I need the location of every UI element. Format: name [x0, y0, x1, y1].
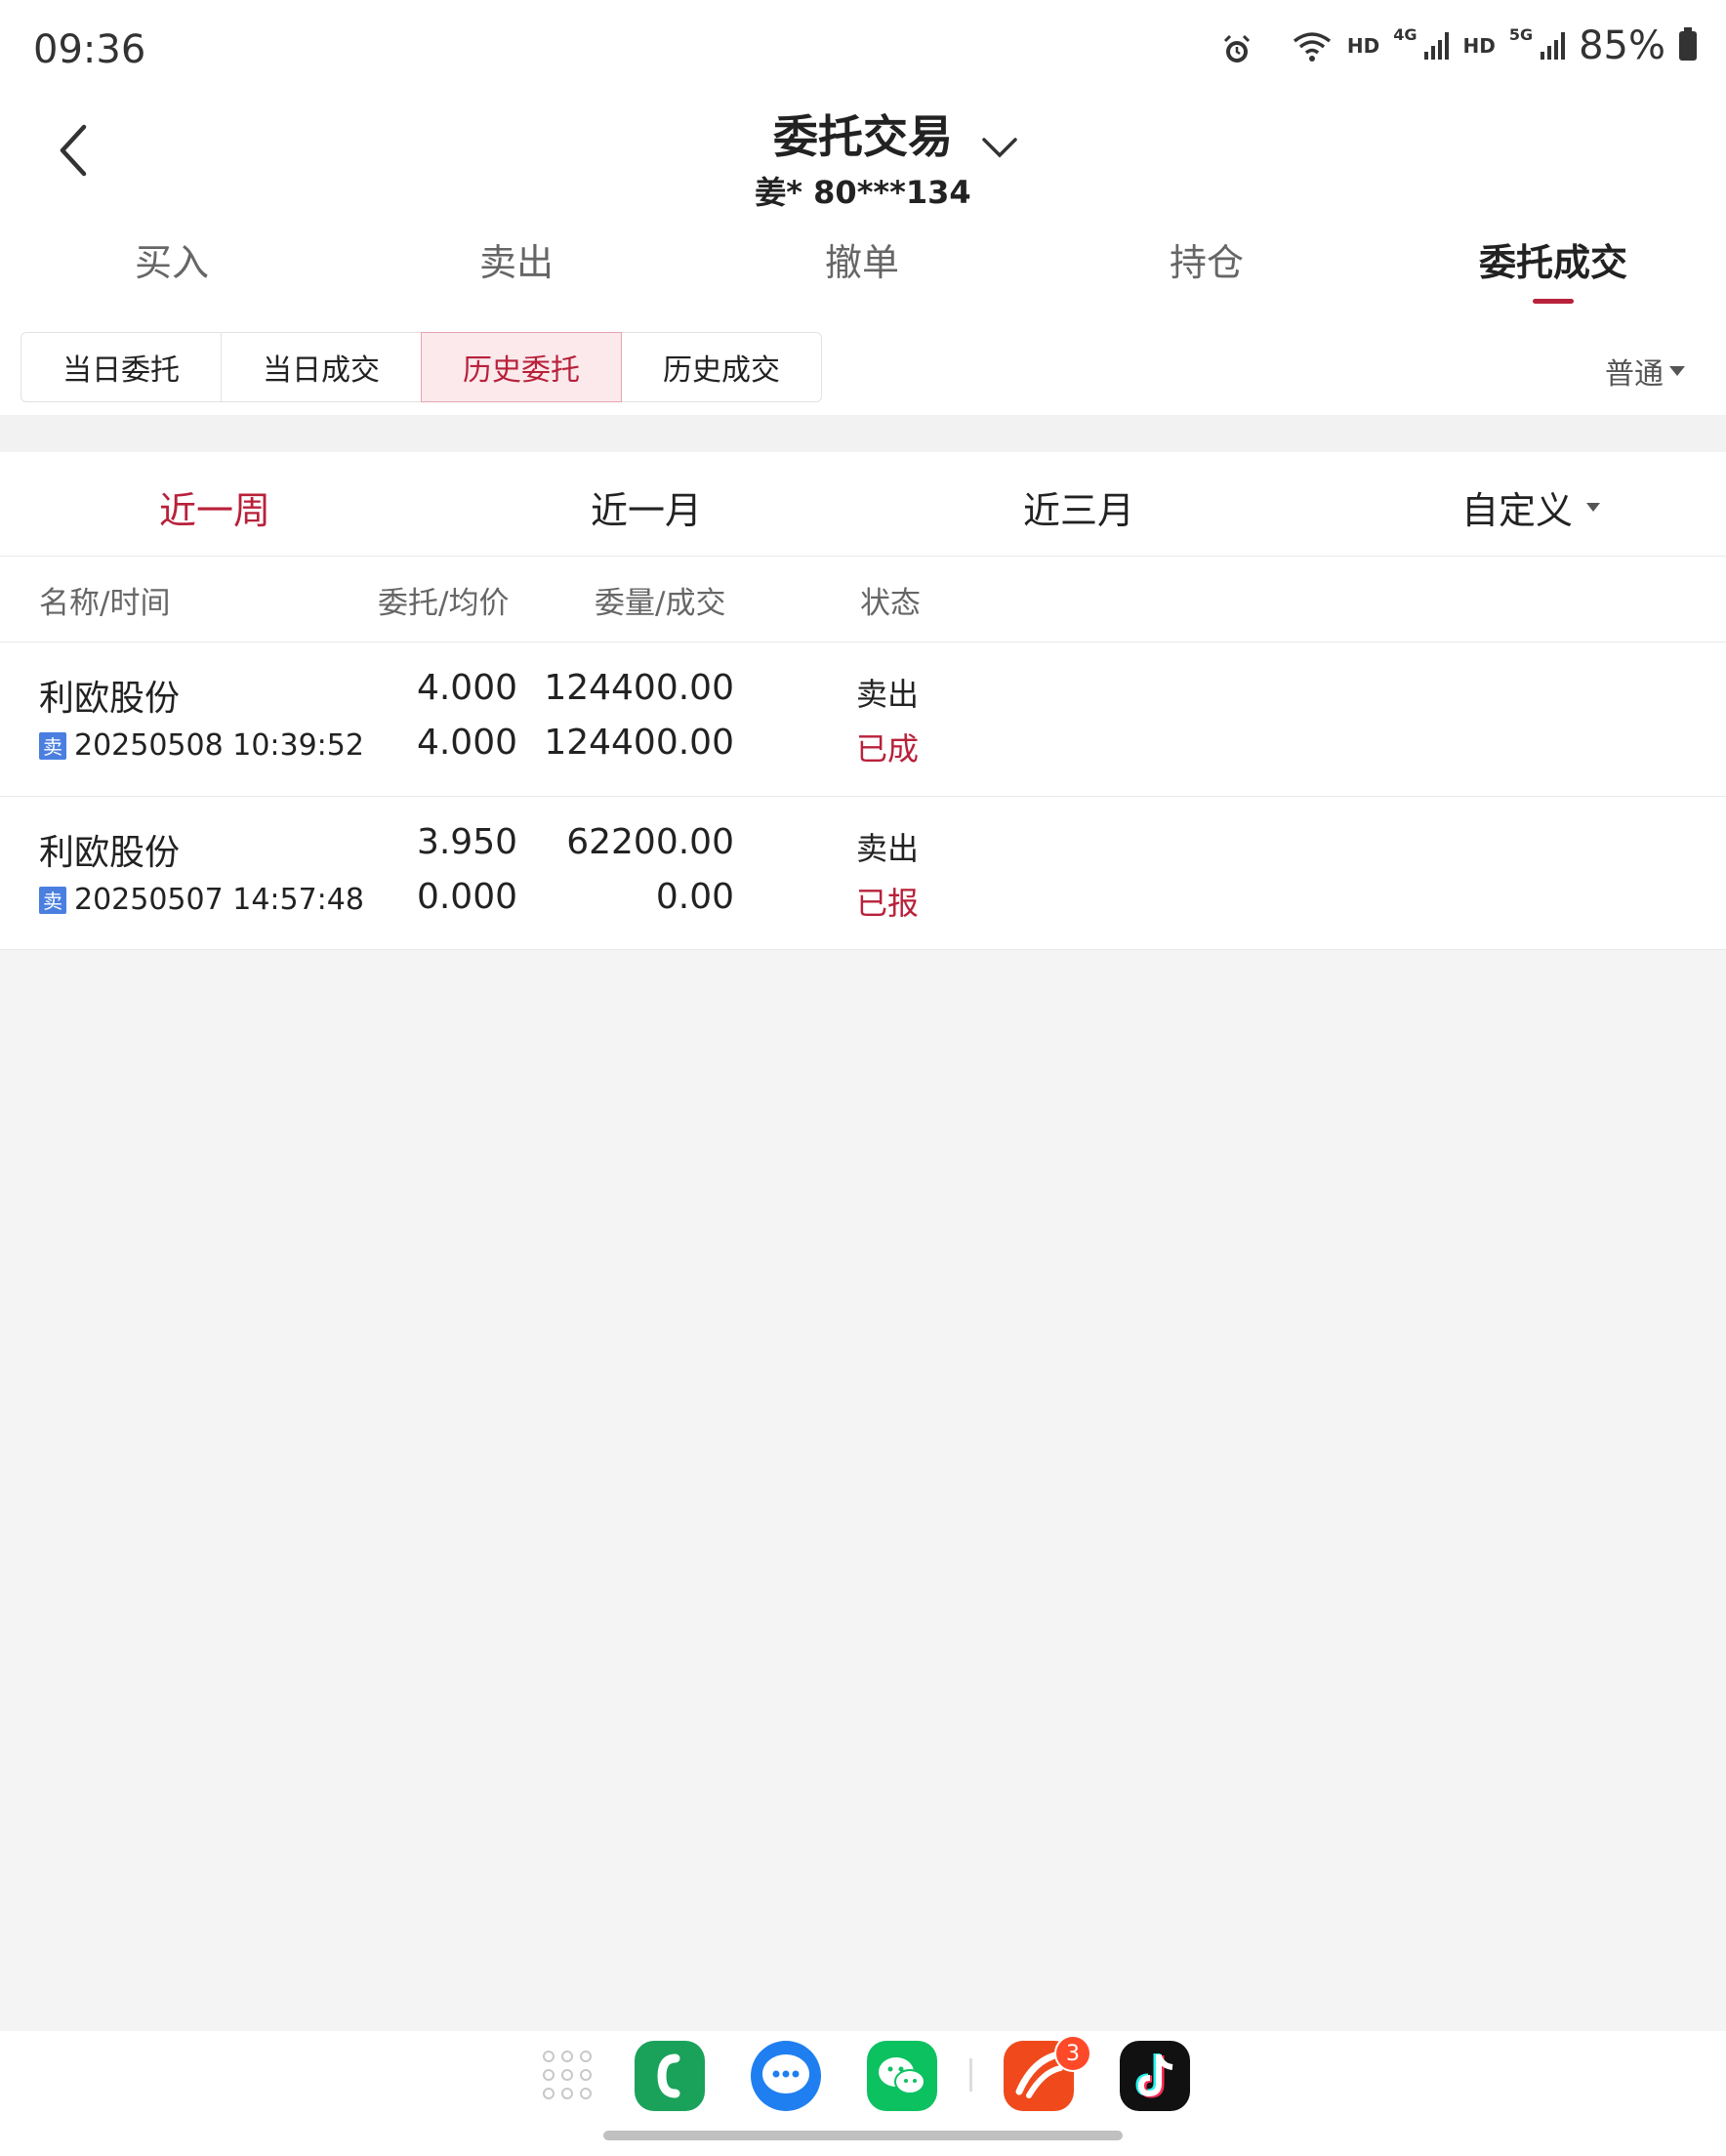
- col-status: 状态: [860, 586, 921, 621]
- account-id: 姜* 80***134: [755, 174, 971, 211]
- filled-quantity: 124400.00: [544, 723, 734, 763]
- period-month-label: 近一月: [590, 489, 703, 532]
- tab-sell[interactable]: 卖出: [479, 232, 554, 286]
- average-price: 0.000: [416, 877, 517, 917]
- period-month[interactable]: 近一月: [591, 480, 702, 534]
- main-tabs: 买入 卖出 撤单 持仓 委托成交: [0, 232, 1726, 291]
- status-indicators: HD 4G HD 5G 85%: [1291, 23, 1697, 68]
- dock-separator: [969, 2058, 972, 2092]
- phone-app-icon[interactable]: [635, 2041, 705, 2111]
- tab-positions[interactable]: 持仓: [1170, 232, 1244, 286]
- caret-down-icon: [1669, 366, 1685, 376]
- order-status: 已报: [856, 885, 920, 922]
- subtab-today-orders[interactable]: 当日委托: [21, 332, 222, 402]
- order-direction: 卖出: [856, 830, 920, 867]
- order-quantity: 124400.00: [544, 668, 734, 708]
- active-tab-indicator: [1533, 299, 1574, 304]
- period-week-label: 近一周: [158, 489, 271, 532]
- col-price-avg: 委托/均价: [378, 586, 510, 621]
- hd-label-2: HD: [1462, 34, 1496, 58]
- divider: [0, 556, 1726, 557]
- period-three-months[interactable]: 近三月: [1023, 480, 1134, 534]
- mode-select[interactable]: 普通: [1605, 350, 1685, 393]
- tab-orders-trades[interactable]: 委托成交: [1479, 232, 1627, 286]
- network-label-2: 5G: [1508, 24, 1534, 44]
- tab-cancel[interactable]: 撤单: [825, 232, 899, 286]
- subtab-today-trades[interactable]: 当日成交: [221, 332, 422, 402]
- status-time: 09:36: [33, 27, 146, 72]
- page-title[interactable]: 委托交易: [0, 102, 1726, 166]
- wechat-app-icon[interactable]: [867, 2041, 937, 2111]
- stock-name: 利欧股份: [39, 679, 181, 719]
- col-qty-filled: 委量/成交: [595, 586, 726, 621]
- order-direction: 卖出: [856, 676, 920, 713]
- network-label-1: 4G: [1393, 24, 1418, 44]
- filled-quantity: 0.00: [655, 877, 734, 917]
- battery-percent: 85%: [1579, 23, 1665, 68]
- app-drawer-icon[interactable]: [543, 2051, 594, 2101]
- period-custom[interactable]: 自定义: [1460, 480, 1601, 534]
- stock-name: 利欧股份: [39, 833, 181, 873]
- divider: [0, 949, 1726, 950]
- period-custom-label: 自定义: [1460, 489, 1574, 532]
- chevron-down-icon[interactable]: [980, 135, 1019, 160]
- tiktok-app-icon[interactable]: [1120, 2041, 1190, 2111]
- order-status: 已成: [856, 730, 920, 767]
- caret-down-icon: [1586, 503, 1601, 512]
- sub-tabs: 当日委托 当日成交 历史委托 历史成交: [21, 332, 822, 402]
- order-quantity: 62200.00: [566, 822, 734, 862]
- messages-app-icon[interactable]: [751, 2041, 821, 2111]
- signal-icon-1: [1424, 32, 1450, 60]
- order-price: 4.000: [416, 668, 517, 708]
- hd-label-1: HD: [1346, 34, 1380, 58]
- wifi-icon: [1293, 32, 1331, 62]
- sell-badge: 卖: [39, 886, 66, 914]
- signal-icon-2: [1541, 32, 1566, 60]
- col-name-time: 名称/时间: [39, 586, 171, 621]
- notification-badge: 3: [1054, 2035, 1091, 2072]
- sell-badge: 卖: [39, 731, 66, 760]
- order-price: 3.950: [416, 822, 517, 862]
- mode-select-value: 普通: [1605, 357, 1664, 392]
- alarm-icon: [1223, 34, 1251, 62]
- period-three-months-label: 近三月: [1022, 489, 1135, 532]
- tab-buy[interactable]: 买入: [135, 232, 209, 286]
- home-indicator[interactable]: [603, 2131, 1123, 2140]
- battery-icon: [1679, 27, 1697, 61]
- divider: [0, 642, 1726, 643]
- section-divider: [0, 415, 1726, 452]
- subtab-history-orders[interactable]: 历史委托: [421, 332, 622, 402]
- average-price: 4.000: [416, 723, 517, 763]
- period-week[interactable]: 近一周: [159, 480, 270, 534]
- subtab-history-trades[interactable]: 历史成交: [621, 332, 822, 402]
- divider: [0, 796, 1726, 797]
